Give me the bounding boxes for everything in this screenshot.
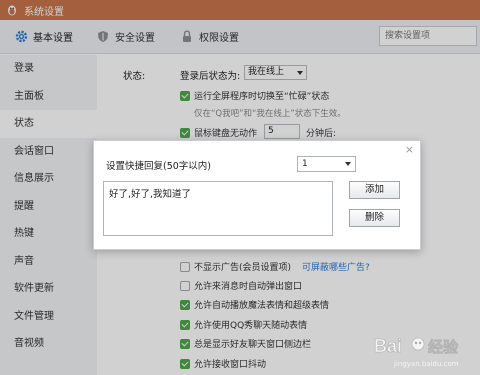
svg-text:jingyan.baidu.com: jingyan.baidu.com <box>393 360 459 368</box>
svg-text:经验: 经验 <box>428 338 459 356</box>
quick-reply-index-value: 1 <box>302 159 308 169</box>
quick-reply-textarea[interactable]: 好了,好了,我知道了 <box>103 181 333 236</box>
add-button[interactable]: 添加 <box>349 181 400 199</box>
quick-reply-dialog: × 设置快捷回复(50字以内) 1 好了,好了,我知道了 添加 删除 <box>93 140 421 250</box>
quick-reply-label: 设置快捷回复(50字以内) <box>106 161 212 172</box>
quick-reply-index-select[interactable]: 1 <box>297 156 356 172</box>
delete-button[interactable]: 删除 <box>349 209 400 227</box>
svg-text:Bai: Bai <box>374 336 402 356</box>
baidu-jingyan-watermark: Bai 经验 jingyan.baidu.com <box>372 332 476 372</box>
chevron-down-icon <box>345 162 351 166</box>
close-icon[interactable]: × <box>405 143 414 156</box>
